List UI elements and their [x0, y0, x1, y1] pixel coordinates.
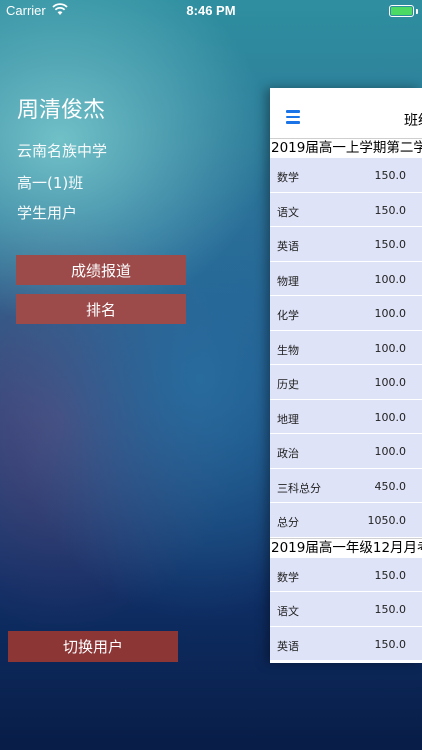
score-value: 100.0 — [374, 307, 407, 320]
table-row[interactable]: 三科总分 450.0 — [270, 468, 422, 503]
table-row[interactable]: 英语 150.0 — [270, 626, 422, 661]
score-value: 1050.0 — [367, 514, 407, 527]
score-value: 100.0 — [374, 272, 407, 286]
score-value: 100.0 — [374, 410, 407, 424]
user-name: 周清俊杰 — [17, 98, 106, 123]
user-school: 云南名族中学 — [17, 142, 108, 160]
switch-user-button[interactable]: 切换用户 — [8, 631, 178, 662]
status-time: 8:46 PM — [186, 3, 236, 18]
subject-label: 地理 — [277, 412, 299, 426]
exam-rows: 数学 150.0 语文 150.0 英语 150.0 物理 100.0 化学 100.0 … — [270, 158, 422, 538]
exam-rows: 数学 150.0 语文 150.0 英语 150.0 — [270, 557, 422, 661]
table-row[interactable]: 英语 150.0 — [270, 227, 422, 262]
status-bar: Carrier 8:46 PM — [0, 0, 422, 22]
subject-label: 英语 — [277, 639, 299, 653]
battery-icon — [389, 5, 414, 17]
score-value: 150.0 — [374, 568, 407, 582]
table-row[interactable]: 总分 1050.0 — [270, 503, 422, 538]
score-value: 150.0 — [374, 637, 407, 651]
subject-label: 物理 — [277, 274, 299, 288]
table-row[interactable]: 地理 100.0 — [270, 399, 422, 434]
subject-label: 总分 — [277, 516, 299, 529]
score-value: 450.0 — [374, 479, 407, 493]
table-row[interactable]: 生物 100.0 — [270, 330, 422, 365]
exam-title: 2019届高一年级12月月考 — [270, 537, 422, 558]
score-value: 100.0 — [374, 376, 407, 389]
score-value: 150.0 — [374, 603, 407, 616]
subject-label: 数学 — [277, 570, 299, 584]
table-row[interactable]: 历史 100.0 — [270, 365, 422, 400]
exam-title: 2019届高一上学期第二学 — [270, 138, 422, 158]
subject-label: 化学 — [277, 309, 299, 322]
score-value: 150.0 — [374, 238, 407, 251]
score-value: 150.0 — [374, 169, 407, 182]
table-row[interactable]: 数学 150.0 — [270, 557, 422, 592]
subject-label: 语文 — [277, 605, 299, 618]
battery-cap — [416, 9, 418, 14]
panel-title: 班级 — [404, 113, 422, 129]
subject-label: 政治 — [277, 447, 299, 460]
ranking-button[interactable]: 排名 — [16, 294, 186, 324]
table-row[interactable]: 数学 150.0 — [270, 158, 422, 193]
subject-label: 语文 — [277, 205, 299, 219]
menu-icon[interactable] — [286, 110, 300, 124]
table-row[interactable]: 政治 100.0 — [270, 434, 422, 469]
user-class: 高一(1)班 — [17, 174, 84, 192]
subject-label: 三科总分 — [277, 481, 321, 495]
subject-label: 英语 — [277, 240, 299, 253]
score-value: 100.0 — [374, 341, 407, 355]
panel-header: 班级 — [270, 88, 422, 138]
subject-label: 生物 — [277, 343, 299, 357]
score-value: 150.0 — [374, 203, 407, 217]
grades-report-button[interactable]: 成绩报道 — [16, 255, 186, 285]
grades-panel: 班级 2019届高一上学期第二学 数学 150.0 语文 150.0 英语 150.0… — [270, 88, 422, 663]
table-row[interactable]: 语文 150.0 — [270, 192, 422, 227]
table-row[interactable]: 语文 150.0 — [270, 592, 422, 627]
user-role: 学生用户 — [17, 204, 78, 222]
subject-label: 数学 — [277, 171, 299, 184]
subject-label: 历史 — [277, 378, 299, 391]
table-row[interactable]: 物理 100.0 — [270, 261, 422, 296]
table-row[interactable]: 化学 100.0 — [270, 296, 422, 331]
score-value: 100.0 — [374, 445, 407, 458]
